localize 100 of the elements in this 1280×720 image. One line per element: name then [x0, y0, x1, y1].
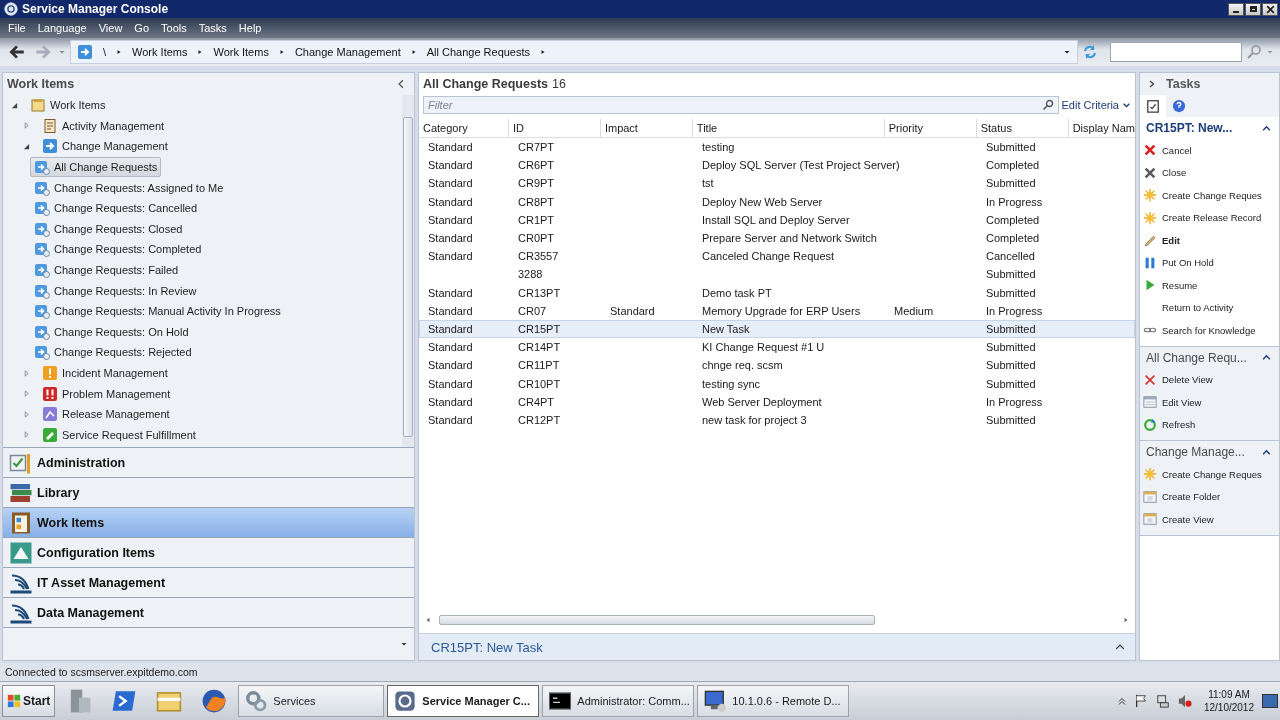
column-header[interactable]: Impact [600, 119, 693, 137]
table-row[interactable]: Standard CR07 Standard Memory Upgrade for ERP Users Medium In Progress [419, 301, 1135, 320]
table-cell: Submitted [986, 377, 1036, 390]
tree-item[interactable]: Change Requests: Manual Activity In Progress [30, 301, 285, 322]
tree-item[interactable]: Change Requests: Completed [30, 239, 206, 260]
section-title: All Change Requ... [1146, 350, 1247, 365]
breadcrumb-link[interactable]: All Change Requests [426, 46, 531, 58]
scroll-left-icon [425, 616, 431, 624]
breadcrumb-link[interactable]: Work Items [132, 46, 188, 58]
tree-item[interactable]: Change Requests: In Review [30, 280, 201, 301]
show-desktop-button[interactable] [1262, 694, 1278, 708]
tree-item[interactable]: Work Items [26, 95, 110, 116]
task-link[interactable]: Close [1140, 161, 1279, 184]
tree-item[interactable]: Change Management [38, 136, 172, 157]
tree-item[interactable]: Change Requests: Assigned to Me [30, 177, 228, 198]
table-row[interactable]: Standard CR1PT Install SQL and Deploy Server Completed [419, 210, 1135, 229]
tree-item[interactable]: Change Requests: Closed [30, 218, 187, 239]
table-row[interactable]: Standard CR8PT Deploy New Web Server In Progress [419, 192, 1135, 211]
table-row[interactable]: Standard CR3557 Canceled Change Request Cancelled [419, 247, 1135, 266]
table-row[interactable]: Standard CR0PT Prepare Server and Network Switch Completed [419, 228, 1135, 248]
address-field[interactable]: \ Work Items Work Items Change Management All Change Requests [70, 40, 1078, 64]
table-row[interactable]: Standard CR15PT New Task Submitted [419, 319, 1135, 339]
table-cell: Web Server Deployment [702, 395, 822, 408]
table-cell: Standard [428, 141, 473, 154]
tree-item[interactable]: Incident Management [38, 363, 172, 383]
table-row[interactable]: 3288 Submitted [419, 265, 1135, 284]
navigation-button[interactable]: Work Items [3, 508, 414, 538]
collapsed-arrow-icon[interactable] [23, 390, 30, 398]
column-header[interactable]: Priority [884, 119, 977, 137]
taskbar-window-button[interactable]: 10.1.0.6 - Remote D... [697, 685, 850, 717]
table-cell: Standard [428, 322, 473, 335]
task-link[interactable]: Put On Hold [1140, 251, 1279, 274]
windows-logo-icon [7, 694, 21, 708]
collapsed-arrow-icon[interactable] [23, 122, 30, 130]
expanded-arrow-icon[interactable] [23, 143, 30, 150]
menu-item[interactable]: Tasks [192, 22, 233, 34]
task-link[interactable]: Create Change Reques [1140, 184, 1279, 207]
task-link[interactable]: Create View [1140, 508, 1279, 531]
task-link[interactable]: Search for Knowledge [1140, 319, 1279, 342]
menu-item[interactable]: Language [31, 22, 93, 34]
menu-item[interactable]: View [92, 22, 129, 34]
tree-item[interactable]: Change Requests: Failed [30, 260, 183, 281]
tree-item[interactable]: All Change Requests [30, 157, 162, 178]
task-link[interactable]: Cancel [1140, 139, 1279, 162]
menu-item[interactable]: Go [128, 22, 156, 34]
tree-item[interactable]: Problem Management [38, 383, 175, 404]
task-link[interactable]: Create Release Record [1140, 206, 1279, 229]
collapsed-arrow-icon[interactable] [23, 410, 30, 418]
task-link[interactable]: Create Change Reques [1140, 463, 1279, 486]
edit-criteria-button[interactable]: Edit Criteria [1061, 99, 1131, 111]
start-button[interactable]: Start [2, 685, 56, 717]
taskbar-window-button[interactable]: Services [238, 685, 385, 717]
menu-item[interactable]: Tools [155, 22, 193, 34]
collapsed-arrow-icon[interactable] [23, 369, 30, 377]
breadcrumb-link[interactable]: \ [103, 46, 107, 58]
table-row[interactable]: Standard CR10PT testing sync Submitted [419, 374, 1135, 393]
task-link[interactable]: Edit View [1140, 391, 1279, 414]
task-link[interactable]: Edit [1140, 229, 1279, 252]
tree-item[interactable]: Change Requests: On Hold [30, 321, 193, 342]
refresh-icon [1082, 44, 1098, 60]
task-link[interactable]: Resume [1140, 274, 1279, 297]
view-icon [34, 282, 50, 299]
task-link[interactable]: Return to Activity [1140, 296, 1279, 319]
tree-item[interactable]: Release Management [38, 404, 174, 425]
table-row[interactable]: Standard CR12PT new task for project 3 Submitted [419, 410, 1135, 429]
breadcrumb-link[interactable]: Work Items [213, 46, 269, 58]
table-row[interactable]: Standard CR7PT testing Submitted [419, 138, 1135, 157]
table-row[interactable]: Standard CR14PT KI Change Request #1 U Submitted [419, 338, 1135, 357]
task-link[interactable]: Create Folder [1140, 485, 1279, 508]
close-button[interactable] [1262, 2, 1278, 16]
search-field[interactable] [1110, 42, 1242, 62]
breadcrumb-link[interactable]: Change Management [294, 46, 401, 58]
table-row[interactable]: Standard CR6PT Deploy SQL Server (Test Project Server) Completed [419, 156, 1135, 175]
restore-button[interactable] [1245, 2, 1261, 16]
table-row[interactable]: Standard CR13PT Demo task PT Submitted [419, 283, 1135, 302]
task-link[interactable]: Refresh [1140, 413, 1279, 436]
table-row[interactable]: Standard CR9PT tst Submitted [419, 174, 1135, 193]
taskbar-window-button[interactable]: Service Manager C... [387, 685, 540, 717]
tree-item[interactable]: Service Request Fulfillment [38, 424, 200, 445]
taskbar-window-button[interactable]: Administrator: Comm... [542, 685, 695, 717]
tree-item[interactable]: Change Requests: Cancelled [30, 198, 202, 219]
column-header[interactable]: Status [976, 119, 1069, 137]
task-link[interactable]: Delete View [1140, 368, 1279, 391]
column-header[interactable]: Title [692, 119, 885, 137]
table-row[interactable]: Standard CR11PT chnge req. scsm Submitted [419, 356, 1135, 375]
column-header[interactable]: Category [419, 119, 509, 137]
table-cell: CR11PT [518, 359, 560, 372]
filter-field[interactable]: Filter [423, 96, 1059, 114]
tree-item[interactable]: Activity Management [38, 115, 169, 136]
menu-item[interactable]: Help [232, 22, 268, 34]
tab[interactable] [1140, 95, 1166, 117]
minimize-button[interactable] [1228, 2, 1244, 16]
table-row[interactable]: Standard CR4PT Web Server Deployment In Progress [419, 392, 1135, 411]
tree-item[interactable]: Change Requests: Rejected [30, 342, 196, 363]
column-header[interactable]: Display Nam [1068, 119, 1135, 137]
expanded-arrow-icon[interactable] [11, 101, 18, 109]
column-header[interactable]: ID [508, 119, 601, 137]
menu-item[interactable]: File [2, 22, 32, 34]
collapsed-arrow-icon[interactable] [23, 431, 30, 439]
scrollbar[interactable] [402, 95, 414, 447]
